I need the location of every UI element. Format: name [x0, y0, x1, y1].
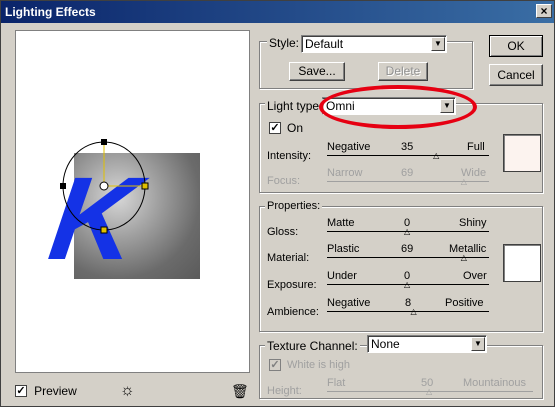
preview-label: Preview [34, 384, 77, 398]
material-label: Material: [267, 252, 310, 264]
chevron-down-icon[interactable]: ▼ [431, 37, 445, 51]
light-on-checkbox[interactable]: ✓ [269, 122, 281, 134]
letter-k: K [42, 154, 153, 285]
ellipse-handle-right[interactable] [141, 182, 149, 190]
light-on-label: On [287, 121, 304, 135]
material-color-swatch[interactable] [503, 244, 541, 282]
exposure-slider[interactable]: △ [327, 270, 489, 292]
texture-label: Texture Channel: [265, 339, 360, 353]
trash-icon[interactable]: 🗑 [231, 383, 249, 400]
ambience-thumb[interactable]: △ [410, 308, 416, 316]
ellipse-handle-left[interactable] [60, 183, 66, 189]
window-title: Lighting Effects [5, 5, 96, 19]
material-slider[interactable]: △ [327, 243, 489, 265]
gloss-thumb[interactable]: △ [404, 228, 410, 236]
intensity-label: Intensity: [267, 150, 312, 162]
ambience-label: Ambience: [267, 306, 319, 318]
preview-canvas[interactable]: K [15, 30, 250, 373]
white-is-high-checkbox: ✓ [269, 359, 281, 371]
style-value: Default [305, 37, 344, 51]
light-color-swatch[interactable] [503, 134, 541, 172]
gloss-slider[interactable]: △ [327, 217, 489, 239]
highlight-annotation-ellipse [319, 85, 477, 129]
title-bar: Lighting Effects × [1, 1, 554, 23]
focus-label: Focus: [267, 175, 301, 187]
height-thumb: △ [426, 387, 433, 396]
letter-k-graphic: K [42, 154, 153, 285]
close-button[interactable]: × [536, 4, 552, 18]
texture-select[interactable]: None ▼ [367, 335, 487, 353]
properties-title: Properties: [265, 200, 323, 212]
light-center-handle[interactable] [99, 181, 109, 191]
save-style-button[interactable]: Save... [289, 62, 345, 81]
height-slider: △ [327, 377, 533, 399]
height-label: Height: [267, 385, 302, 397]
intensity-slider[interactable]: △ [327, 141, 489, 163]
style-label: Style: [267, 36, 302, 50]
ok-button[interactable]: OK [489, 35, 543, 57]
ellipse-handle-bottom[interactable] [100, 226, 108, 234]
cancel-button[interactable]: Cancel [489, 64, 543, 86]
light-type-label: Light type: [265, 99, 325, 113]
intensity-track [327, 155, 489, 156]
delete-style-button[interactable]: Delete [378, 62, 428, 81]
light-handles[interactable]: K [16, 31, 251, 374]
chevron-down-icon[interactable]: ▼ [471, 337, 485, 351]
focus-thumb: △ [460, 177, 467, 186]
ambience-track [327, 311, 489, 312]
exposure-thumb[interactable]: △ [404, 281, 410, 289]
gloss-label: Gloss: [267, 226, 299, 238]
light-bulb-icon[interactable]: ☼ [120, 382, 135, 400]
lighting-effects-dialog: Lighting Effects × K ✓ Preview ☼ 🗑 Style [0, 0, 555, 407]
material-thumb[interactable]: △ [461, 254, 467, 262]
ambience-slider[interactable]: △ [327, 297, 489, 319]
style-select[interactable]: Default ▼ [301, 35, 447, 53]
texture-value: None [371, 337, 400, 351]
preview-bar: ✓ Preview ☼ 🗑 [15, 382, 250, 402]
focus-slider: △ [327, 167, 489, 189]
preview-checkbox[interactable]: ✓ [15, 385, 27, 397]
exposure-label: Exposure: [267, 279, 317, 291]
white-is-high-label: White is high [287, 359, 350, 371]
ellipse-handle-top[interactable] [101, 139, 107, 145]
intensity-thumb[interactable]: △ [433, 152, 439, 160]
